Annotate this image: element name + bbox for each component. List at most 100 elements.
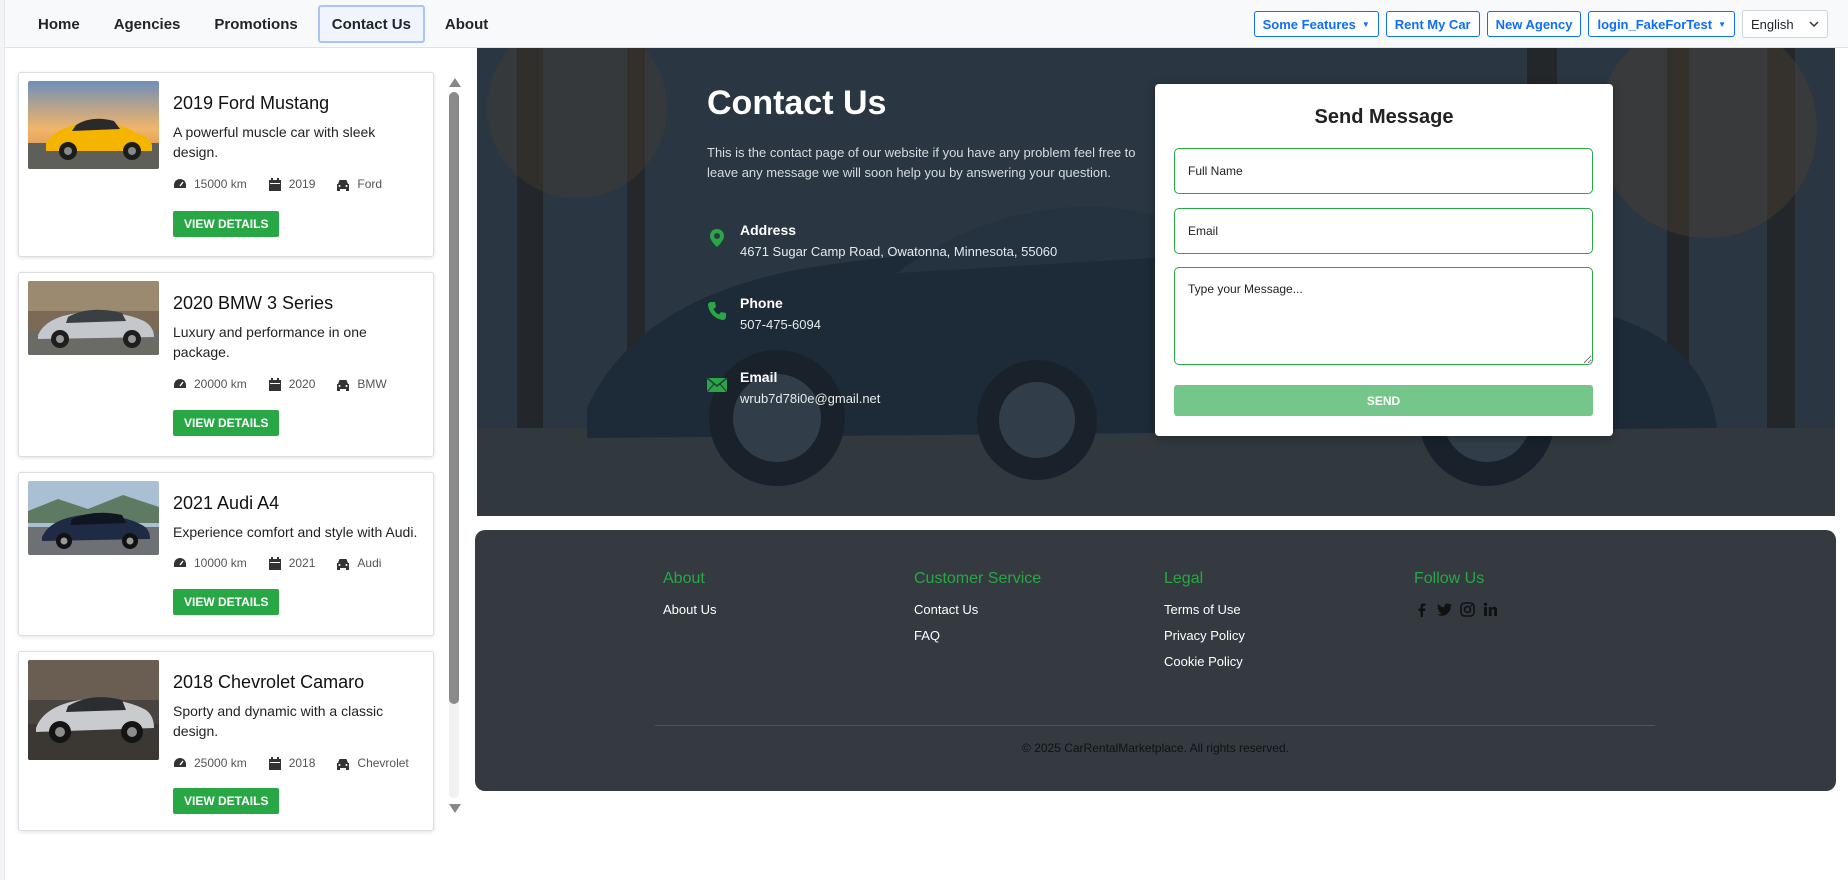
car-card: 2018 Chevrolet Camaro Sporty and dynamic… — [18, 651, 434, 831]
language-select[interactable]: English — [1742, 10, 1828, 38]
footer: About About Us Customer Service Contact … — [475, 530, 1836, 791]
nav-promotions[interactable]: Promotions — [200, 5, 311, 43]
speedometer-icon — [174, 378, 186, 388]
view-details-button[interactable]: VIEW DETAILS — [173, 410, 280, 436]
nav-links: Home Agencies Promotions Contact Us Abou… — [24, 5, 502, 43]
language-value: English — [1751, 16, 1794, 32]
car-image-camaro — [28, 660, 159, 760]
footer-link-about-us[interactable]: About Us — [663, 602, 716, 617]
car-mileage: 15000 km — [194, 177, 247, 191]
form-title: Send Message — [1314, 106, 1454, 128]
linkedin-icon[interactable] — [1483, 602, 1498, 617]
car-title: 2021 Audi A4 — [173, 493, 280, 513]
phone-value: 507-475-6094 — [740, 317, 821, 332]
view-details-button[interactable]: VIEW DETAILS — [173, 788, 280, 814]
twitter-icon[interactable] — [1437, 602, 1452, 617]
email-input[interactable] — [1174, 208, 1593, 254]
car-card: 2021 Audi A4 Experience comfort and styl… — [18, 472, 434, 636]
car-meta: 20000 km 2020 BMW — [173, 377, 387, 391]
caret-down-icon: ▼ — [1361, 19, 1370, 29]
footer-heading-about: About — [663, 570, 705, 587]
address-label: Address — [740, 222, 797, 238]
contact-intro: This is the contact page of our website … — [707, 145, 1136, 180]
car-brand: Audi — [357, 556, 382, 570]
car-mileage: 25000 km — [194, 756, 247, 770]
user-dropdown-label: login_FakeForTest — [1597, 16, 1713, 32]
new-agency-button[interactable]: New Agency — [1486, 11, 1582, 37]
instagram-icon[interactable] — [1460, 602, 1475, 617]
speedometer-icon — [174, 557, 186, 567]
nav-agencies[interactable]: Agencies — [100, 5, 195, 43]
car-icon — [337, 758, 350, 770]
scrollbar-thumb[interactable] — [449, 92, 459, 704]
some-features-dropdown[interactable]: Some Features ▼ — [1253, 11, 1379, 37]
footer-divider — [655, 725, 1655, 726]
car-title: 2018 Chevrolet Camaro — [173, 672, 365, 692]
message-textarea[interactable] — [1174, 267, 1593, 365]
calendar-icon — [268, 177, 281, 191]
rent-my-car-button[interactable]: Rent My Car — [1385, 11, 1480, 37]
phone-icon — [708, 302, 726, 320]
car-year: 2019 — [288, 177, 316, 191]
car-icon — [337, 558, 350, 570]
envelope-icon — [707, 377, 727, 393]
car-description: Sporty and dynamic with a classic design… — [173, 703, 384, 739]
car-mileage: 20000 km — [194, 377, 247, 391]
page-title: Contact Us — [707, 84, 887, 122]
car-meta: 10000 km 2021 Audi — [173, 556, 381, 570]
email-label: Email — [740, 369, 778, 385]
full-name-input[interactable] — [1174, 148, 1593, 194]
footer-link-privacy[interactable]: Privacy Policy — [1164, 628, 1245, 643]
email-value: wrub7d78i0e@gmail.net — [740, 391, 881, 406]
footer-link-contact-us[interactable]: Contact Us — [914, 602, 1041, 617]
speedometer-icon — [174, 178, 186, 188]
footer-link-faq[interactable]: FAQ — [914, 628, 1041, 643]
sidebar-scrollbar[interactable] — [447, 78, 461, 818]
footer-legal-column: Legal Terms of Use Privacy Policy Cookie… — [1164, 570, 1245, 680]
send-button[interactable]: SEND — [1174, 385, 1593, 416]
car-list-sidebar: 2019 Ford Mustang A powerful muscle car … — [5, 48, 465, 831]
caret-down-icon: ▼ — [1718, 19, 1726, 29]
scroll-up-arrow-icon[interactable] — [449, 78, 461, 87]
view-details-button[interactable]: VIEW DETAILS — [173, 589, 280, 615]
car-year: 2018 — [288, 756, 316, 770]
car-card: 2020 BMW 3 Series Luxury and performance… — [18, 272, 434, 457]
footer-heading-customer-service: Customer Service — [914, 570, 1042, 587]
nav-actions: Some Features ▼ Rent My Car New Agency l… — [1253, 10, 1828, 38]
footer-heading-legal: Legal — [1164, 570, 1204, 587]
car-title: 2019 Ford Mustang — [173, 93, 330, 113]
car-meta: 15000 km 2019 Ford — [173, 177, 382, 191]
nav-about[interactable]: About — [431, 5, 502, 43]
map-pin-icon — [710, 229, 724, 247]
car-image-audi — [28, 481, 159, 555]
car-card: 2019 Ford Mustang A powerful muscle car … — [18, 72, 434, 257]
nav-contact-us[interactable]: Contact Us — [317, 5, 425, 43]
facebook-icon[interactable] — [1414, 602, 1429, 617]
footer-follow-column: Follow Us — [1414, 570, 1498, 617]
car-icon — [337, 179, 350, 191]
scroll-down-arrow-icon[interactable] — [449, 804, 461, 813]
address-value: 4671 Sugar Camp Road, Owatonna, Minnesot… — [740, 244, 1058, 259]
nav-home[interactable]: Home — [24, 5, 94, 43]
view-details-button[interactable]: VIEW DETAILS — [173, 211, 280, 237]
car-meta: 25000 km 2018 Chevrolet — [173, 756, 409, 770]
chevron-down-icon — [1809, 20, 1819, 27]
car-year: 2020 — [288, 377, 316, 391]
car-title: 2020 BMW 3 Series — [173, 293, 334, 313]
car-image-bmw — [28, 281, 159, 355]
car-description: Luxury and performance in one package. — [173, 324, 367, 360]
car-description: A powerful muscle car with sleek design. — [173, 124, 376, 160]
some-features-label: Some Features — [1262, 16, 1356, 32]
user-dropdown[interactable]: login_FakeForTest ▼ — [1588, 11, 1735, 37]
calendar-icon — [268, 556, 281, 570]
footer-heading-follow-us: Follow Us — [1414, 570, 1485, 587]
phone-label: Phone — [740, 295, 783, 311]
car-brand: Ford — [357, 177, 383, 191]
car-mileage: 10000 km — [194, 556, 247, 570]
contact-hero: Contact Us This is the contact page of o… — [477, 48, 1835, 516]
car-description: Experience comfort and style with Audi. — [173, 524, 418, 540]
footer-link-cookie[interactable]: Cookie Policy — [1164, 654, 1245, 669]
speedometer-icon — [174, 757, 186, 767]
footer-service-column: Customer Service Contact Us FAQ — [914, 570, 1041, 654]
footer-link-terms[interactable]: Terms of Use — [1164, 602, 1245, 617]
